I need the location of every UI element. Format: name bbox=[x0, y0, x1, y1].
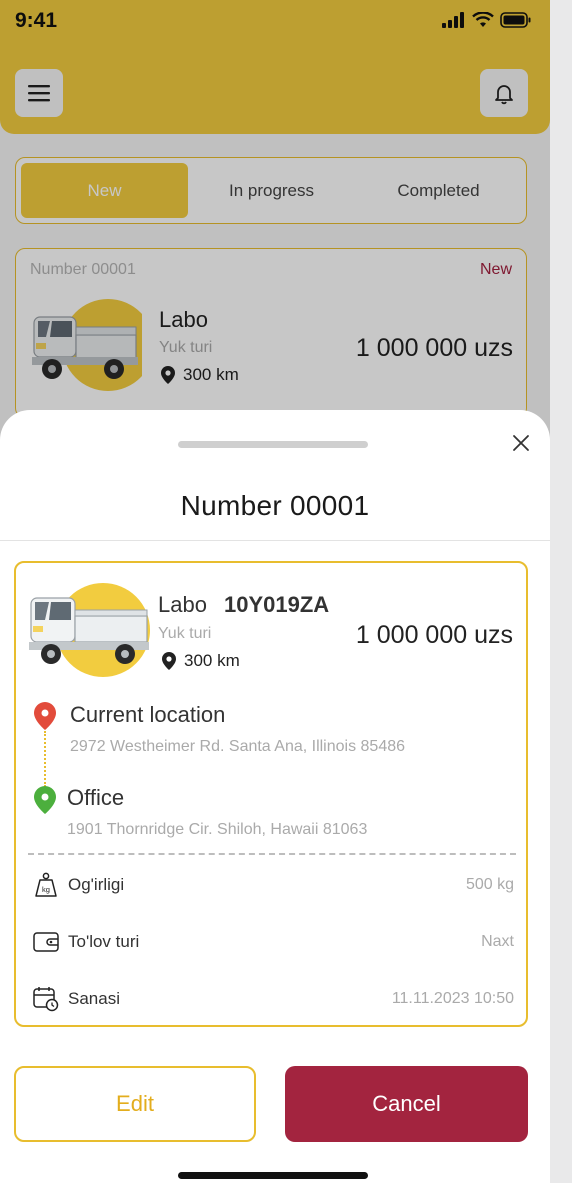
divider bbox=[0, 540, 550, 541]
drag-handle[interactable] bbox=[178, 441, 368, 448]
distance-value: 300 km bbox=[184, 651, 240, 670]
screen: 9:41 New In progress Completed Number 00… bbox=[0, 0, 550, 1183]
close-button[interactable] bbox=[510, 432, 532, 454]
pickup-title: Current location bbox=[70, 702, 226, 727]
route-line bbox=[44, 731, 46, 787]
info-row-date: Sanasi 11.11.2023 10:50 bbox=[32, 984, 514, 1014]
sheet-title: Number 00001 bbox=[180, 490, 370, 521]
pickup-address: 2972 Westheimer Rd. Santa Ana, Illinois … bbox=[70, 738, 406, 755]
destination-address: 1901 Thornridge Cir. Shiloh, Hawaii 8106… bbox=[67, 821, 368, 838]
close-icon bbox=[513, 435, 529, 451]
svg-text:kg: kg bbox=[42, 885, 50, 894]
edit-button[interactable]: Edit bbox=[14, 1066, 256, 1142]
weight-icon: kg bbox=[35, 872, 57, 897]
vehicle-plate: 10Y019ZA bbox=[224, 592, 330, 617]
end-pin-icon bbox=[34, 786, 56, 814]
calendar-icon bbox=[33, 987, 59, 1012]
cargo-type: Yuk turi bbox=[158, 625, 212, 642]
info-value: 11.11.2023 10:50 bbox=[391, 990, 514, 1007]
vehicle-name: Labo bbox=[158, 592, 207, 617]
dashed-divider bbox=[28, 853, 516, 855]
info-row-payment: To'lov turi Naxt bbox=[32, 927, 514, 957]
info-value: 500 kg bbox=[465, 876, 514, 893]
destination-title: Office bbox=[67, 785, 125, 810]
cancel-button[interactable]: Cancel bbox=[285, 1066, 528, 1142]
price: 1 000 000 uzs bbox=[355, 621, 513, 649]
info-label: To'lov turi bbox=[68, 932, 140, 951]
location-pin-icon bbox=[162, 652, 176, 670]
wallet-icon bbox=[33, 932, 59, 952]
start-pin-icon bbox=[34, 702, 56, 730]
order-detail-sheet: Number 00001 Labo 10Y019ZA Yuk turi 300 … bbox=[0, 410, 550, 1183]
home-indicator bbox=[178, 1172, 368, 1179]
truck-image bbox=[29, 582, 151, 683]
info-row-weight: kg Og'irligi 500 kg bbox=[32, 870, 514, 900]
info-value: Naxt bbox=[481, 933, 514, 950]
distance: 300 km bbox=[162, 651, 240, 671]
info-label: Sanasi bbox=[68, 989, 120, 1008]
order-detail-card: Labo 10Y019ZA Yuk turi 300 km 1 000 000 … bbox=[14, 561, 528, 1027]
info-label: Og'irligi bbox=[68, 875, 125, 894]
